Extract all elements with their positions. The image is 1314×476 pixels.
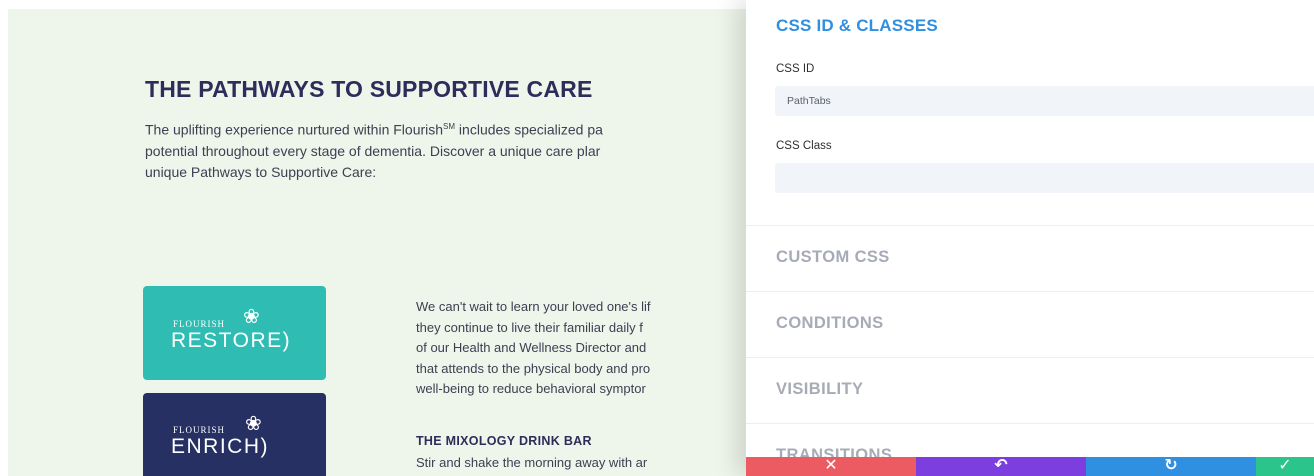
- toggle-visibility[interactable]: VISIBILITY: [746, 357, 1314, 423]
- service-mark: SM: [443, 122, 456, 131]
- redo-icon: ↻: [1164, 457, 1178, 474]
- body-line: they continue to live their familiar dai…: [416, 319, 643, 335]
- logo-flourish-text: FLOURISH: [173, 319, 226, 329]
- toggle-conditions[interactable]: CONDITIONS: [746, 291, 1314, 357]
- tab-body-text: We can't wait to learn your loved one's …: [416, 297, 760, 400]
- close-icon: ✕: [824, 457, 838, 474]
- leaf-icon: ❀: [243, 306, 260, 328]
- modal-action-bar: ✕ ↶ ↻ ✓: [746, 457, 1314, 476]
- discard-button[interactable]: ✕: [746, 457, 916, 476]
- css-id-label: CSS ID: [776, 63, 815, 75]
- redo-button[interactable]: ↻: [1086, 457, 1256, 476]
- css-id-input[interactable]: [775, 86, 1314, 116]
- css-class-input[interactable]: [775, 163, 1314, 193]
- logo-flourish-text: FLOURISH: [173, 425, 226, 435]
- toggle-label: CUSTOM CSS: [776, 248, 890, 266]
- intro-line-1: The uplifting experience nurtured within…: [145, 116, 760, 141]
- toggle-label: CONDITIONS: [776, 314, 884, 332]
- leaf-icon: ❀: [245, 413, 262, 435]
- website-preview: THE PATHWAYS TO SUPPORTIVE CARE The upli…: [0, 0, 760, 476]
- intro-line-3: unique Pathways to Supportive Care:: [145, 163, 377, 180]
- mixology-heading: THE MIXOLOGY DRINK BAR: [416, 434, 592, 448]
- settings-panel: CSS ID & CLASSES CSS ID CSS Class CUSTOM…: [746, 0, 1314, 476]
- intro-paragraph: The uplifting experience nurtured within…: [145, 116, 760, 183]
- body-line: that attends to the physical body and pr…: [416, 360, 651, 376]
- flourish-restore-tab[interactable]: FLOURISH ❀ RESTORE): [143, 286, 326, 380]
- check-icon: ✓: [1278, 457, 1292, 474]
- intro-line-1-tail: includes specialized pa: [455, 121, 603, 138]
- logo-restore-text: RESTORE): [171, 329, 292, 352]
- css-class-label: CSS Class: [776, 140, 832, 152]
- css-id-classes-heading[interactable]: CSS ID & CLASSES: [776, 16, 938, 36]
- body-line: well-being to reduce behavioral symptor: [416, 381, 646, 396]
- toggle-custom-css[interactable]: CUSTOM CSS: [746, 225, 1314, 291]
- save-button[interactable]: ✓: [1256, 457, 1314, 476]
- intro-line-2: potential throughout every stage of deme…: [145, 142, 601, 159]
- undo-icon: ↶: [994, 457, 1008, 474]
- toggle-label: VISIBILITY: [776, 380, 864, 398]
- body-line: We can't wait to learn your loved one's …: [416, 299, 651, 314]
- page-title: THE PATHWAYS TO SUPPORTIVE CARE: [145, 76, 593, 102]
- body-line: of our Health and Wellness Director and: [416, 340, 647, 355]
- intro-line-1-text: The uplifting experience nurtured within…: [145, 121, 444, 138]
- history-button[interactable]: ↶: [916, 457, 1086, 476]
- flourish-enrich-tab[interactable]: FLOURISH ❀ ENRICH): [143, 393, 326, 476]
- logo-enrich-text: ENRICH): [171, 435, 269, 458]
- mixology-text: Stir and shake the morning away with ar: [416, 455, 648, 470]
